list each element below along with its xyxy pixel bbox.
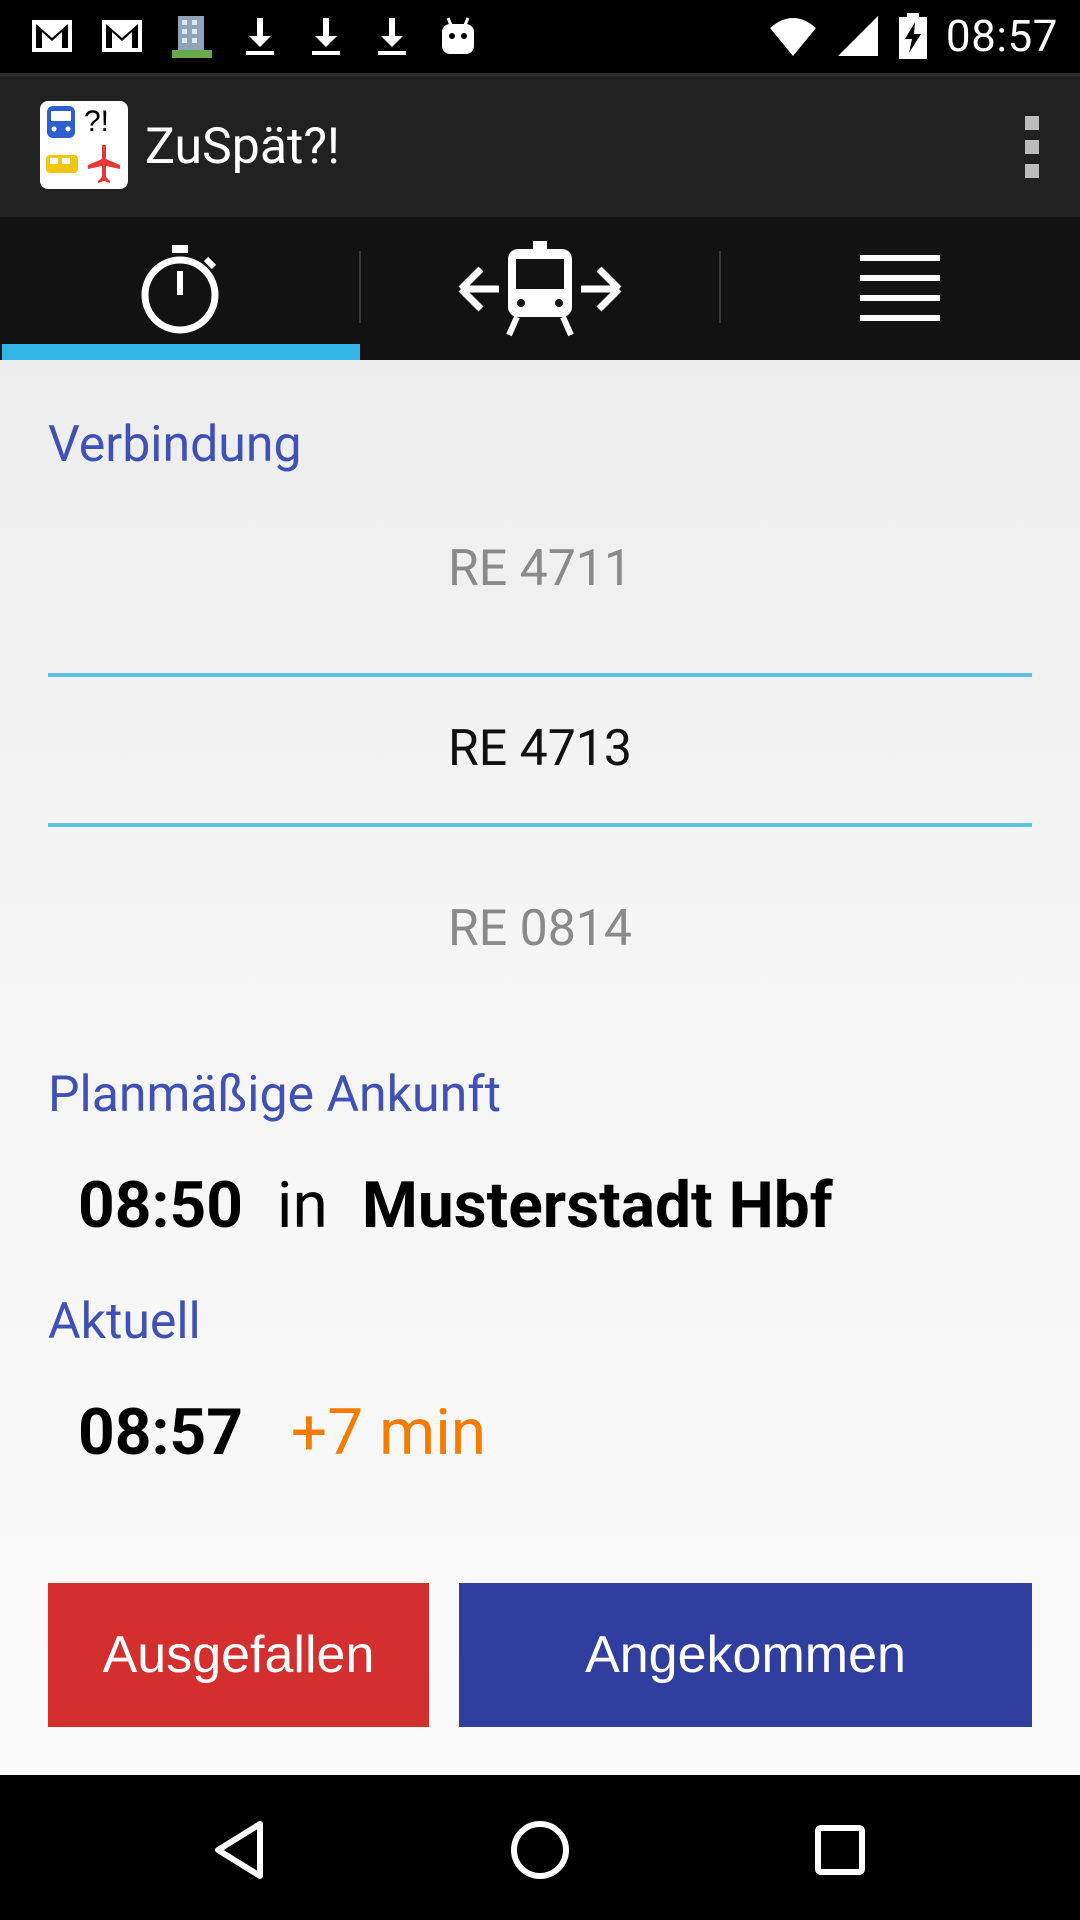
battery-charging-icon bbox=[898, 13, 927, 59]
picker-divider-top bbox=[48, 673, 1032, 677]
app-logo-icon: ?! bbox=[40, 101, 128, 189]
back-icon[interactable] bbox=[195, 1805, 285, 1895]
delay-text: +7 min bbox=[290, 1395, 487, 1470]
scheduled-time: 08:50 bbox=[78, 1168, 243, 1243]
android-icon bbox=[442, 17, 474, 54]
menu-lines-icon bbox=[860, 254, 940, 321]
app-title: ZuSpät?! bbox=[145, 118, 340, 176]
current-arrival-row: 08:57 +7 min bbox=[78, 1395, 486, 1470]
tab-connection[interactable] bbox=[360, 217, 720, 360]
gmail-icon bbox=[32, 20, 72, 52]
stopwatch-icon bbox=[141, 244, 219, 333]
in-word: in bbox=[276, 1168, 328, 1243]
picker-item-previous[interactable]: RE 4711 bbox=[48, 540, 1032, 598]
status-bar: 08:57 bbox=[0, 0, 1080, 73]
train-arrows-icon bbox=[458, 240, 622, 336]
tab-timer[interactable] bbox=[0, 217, 360, 360]
status-time: 08:57 bbox=[945, 10, 1058, 62]
main-content: Verbindung RE 4711 RE 4713 RE 0814 Planm… bbox=[0, 360, 1080, 1775]
tab-bar bbox=[0, 217, 1080, 360]
picker-divider-bottom bbox=[48, 823, 1032, 827]
current-time: 08:57 bbox=[78, 1395, 243, 1470]
navigation-bar bbox=[0, 1775, 1080, 1920]
picker-item-selected[interactable]: RE 4713 bbox=[48, 720, 1032, 778]
building-icon bbox=[172, 16, 212, 58]
tab-list[interactable] bbox=[720, 217, 1080, 360]
download-icon bbox=[378, 18, 406, 55]
system-icons: 08:57 bbox=[768, 10, 1058, 62]
svg-text:?!: ?! bbox=[84, 105, 109, 138]
action-bar: ?! ZuSpät?! bbox=[0, 73, 1080, 217]
notification-icons bbox=[30, 12, 478, 60]
cancelled-button[interactable]: Ausgefallen bbox=[48, 1583, 429, 1727]
arrived-button[interactable]: Angekommen bbox=[459, 1583, 1032, 1727]
overflow-menu-icon[interactable] bbox=[1020, 116, 1044, 178]
current-label: Aktuell bbox=[48, 1293, 201, 1351]
recents-icon[interactable] bbox=[795, 1805, 885, 1895]
gmail-icon bbox=[102, 20, 142, 52]
picker-item-next[interactable]: RE 0814 bbox=[48, 900, 1032, 958]
selected-tab-indicator bbox=[2, 344, 360, 360]
scheduled-arrival-row: 08:50 in Musterstadt Hbf bbox=[78, 1168, 833, 1243]
scheduled-arrival-label: Planmäßige Ankunft bbox=[48, 1066, 501, 1124]
download-icon bbox=[246, 18, 274, 55]
cell-signal-icon bbox=[837, 16, 878, 56]
home-icon[interactable] bbox=[495, 1805, 585, 1895]
wifi-icon bbox=[769, 18, 816, 56]
connection-label: Verbindung bbox=[48, 416, 302, 474]
download-icon bbox=[312, 18, 340, 55]
station-name: Musterstadt Hbf bbox=[361, 1168, 833, 1243]
